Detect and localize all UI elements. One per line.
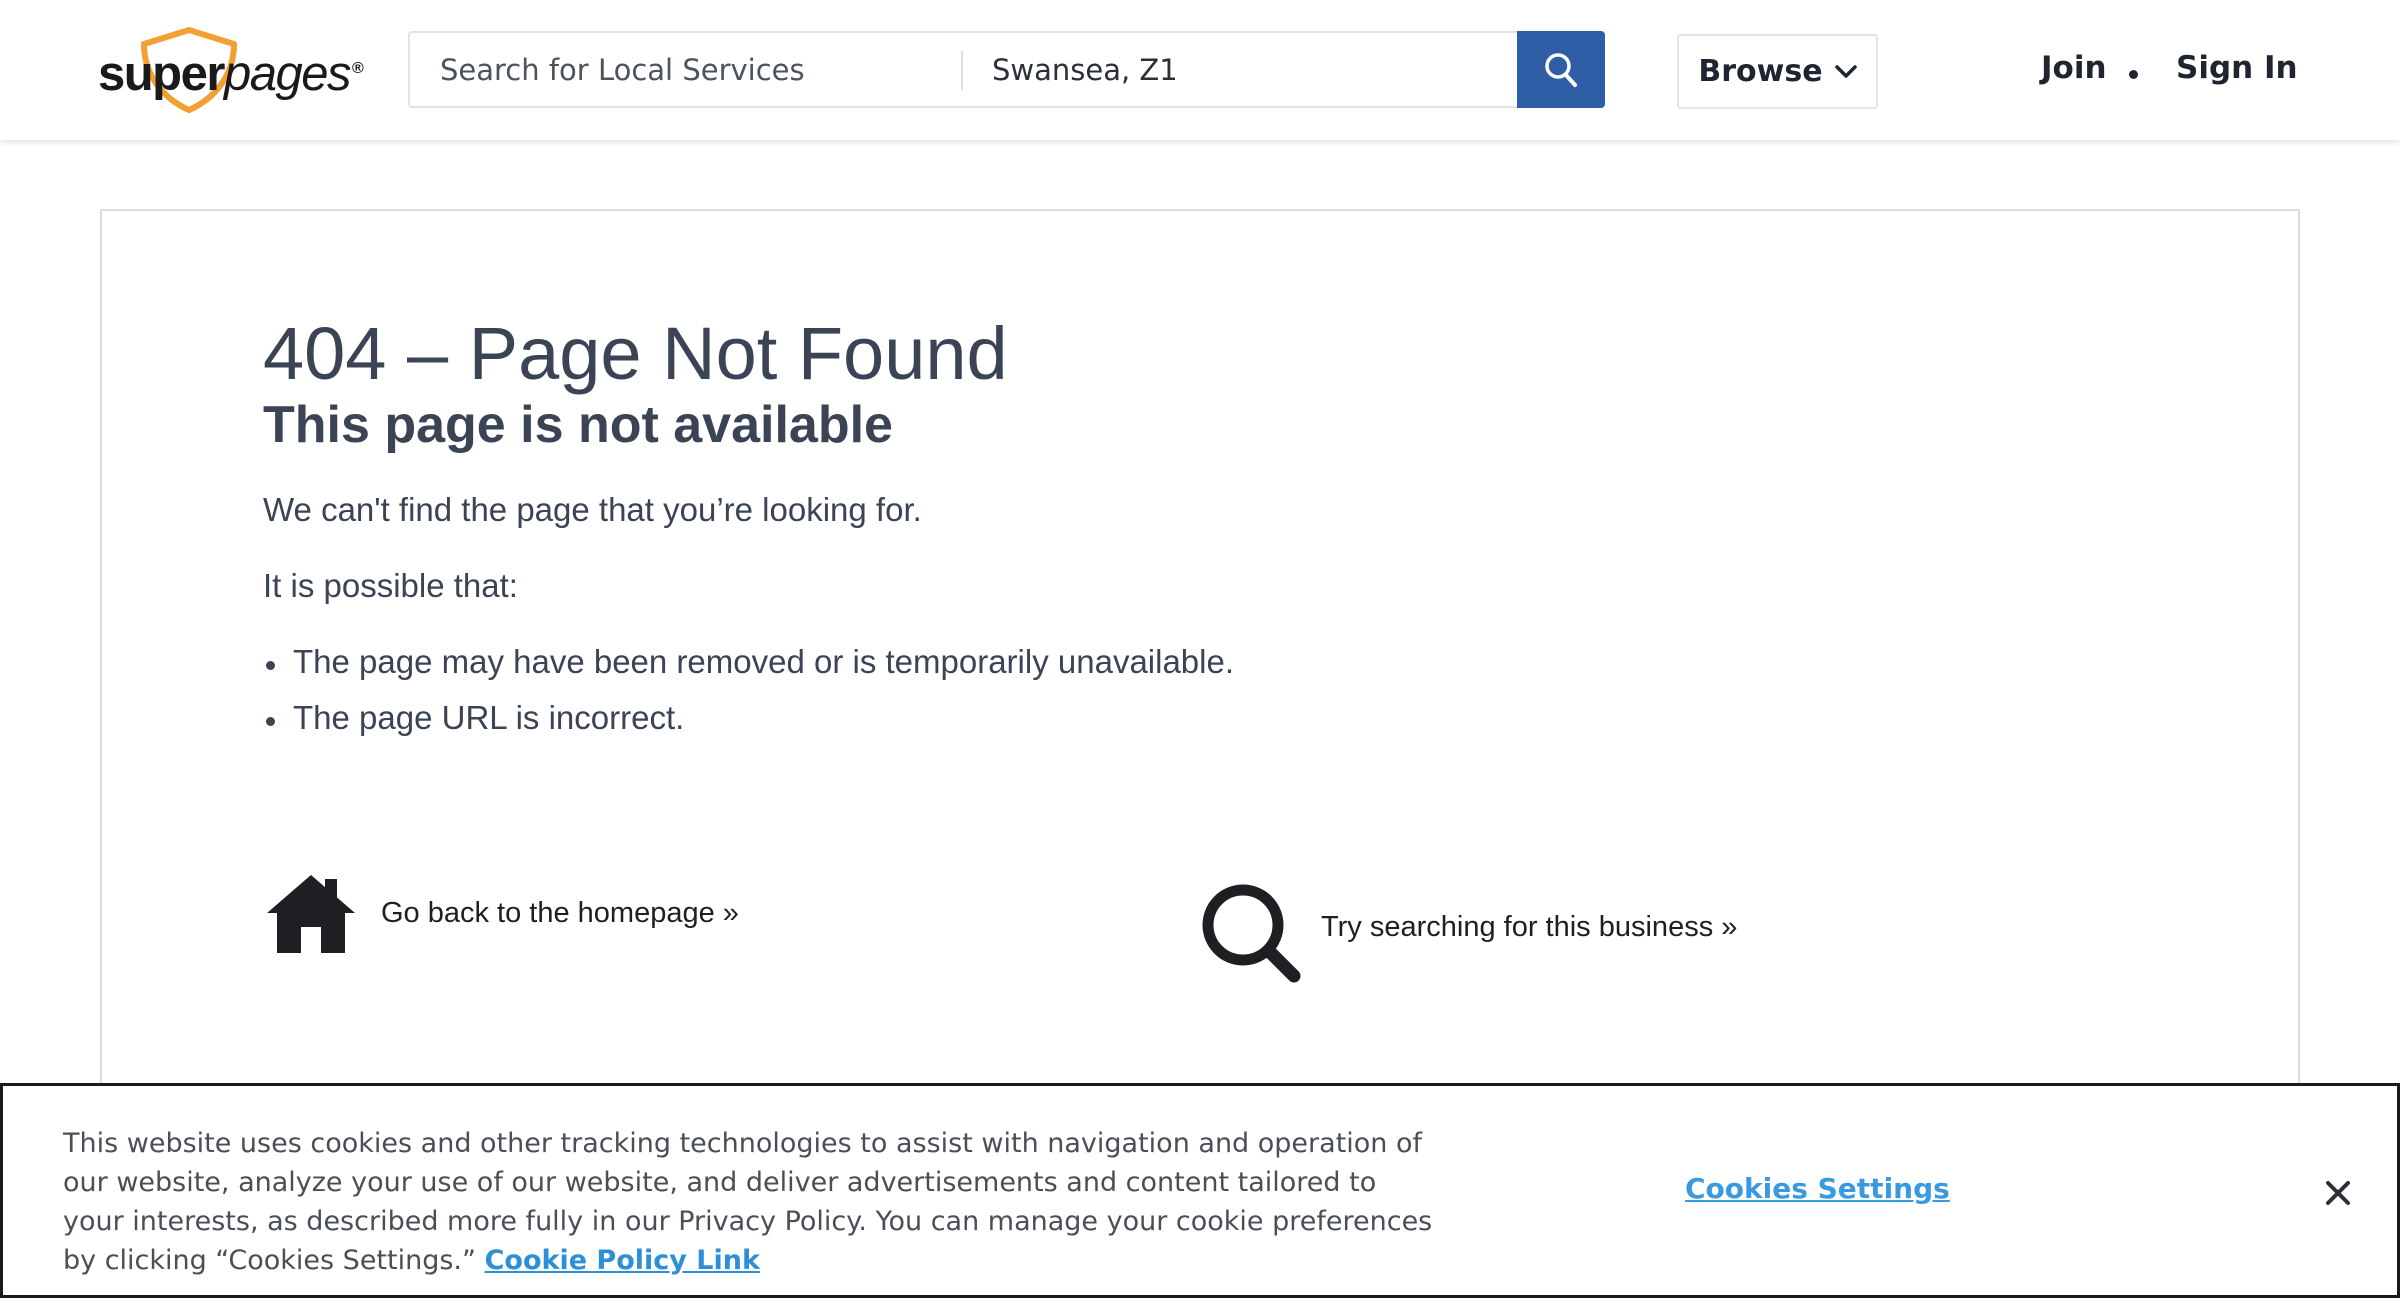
search-divider bbox=[961, 51, 963, 90]
homepage-link-label: Go back to the homepage » bbox=[381, 896, 739, 929]
search-input[interactable] bbox=[440, 33, 960, 106]
close-icon bbox=[2326, 1181, 2350, 1205]
search-business-label: Try searching for this business » bbox=[1321, 910, 1738, 943]
sign-in-link[interactable]: Sign In bbox=[2176, 50, 2298, 86]
nav-separator-dot bbox=[2129, 70, 2138, 79]
search-bar bbox=[408, 31, 1604, 108]
search-button[interactable] bbox=[1517, 31, 1605, 108]
close-banner-button[interactable] bbox=[2319, 1174, 2357, 1212]
cookie-policy-link[interactable]: Cookie Policy Link bbox=[485, 1245, 760, 1276]
superpages-logo[interactable]: superpages ® bbox=[98, 26, 372, 114]
search-icon bbox=[1545, 52, 1577, 87]
join-link[interactable]: Join bbox=[2041, 50, 2107, 86]
page-subtitle: This page is not available bbox=[263, 396, 893, 454]
homepage-link[interactable]: Go back to the homepage » bbox=[263, 871, 739, 955]
home-icon bbox=[267, 875, 355, 953]
logo-wordmark: superpages ® bbox=[98, 47, 364, 101]
site-header: superpages® Browse Join Sign In bbox=[0, 0, 2400, 140]
error-message: We can't find the page that you’re looki… bbox=[263, 491, 922, 528]
search-business-link[interactable]: Try searching for this business » bbox=[1199, 871, 1737, 983]
error-card: 404 – Page Not Found This page is not av… bbox=[100, 209, 2300, 1209]
possible-intro: It is possible that: bbox=[263, 567, 518, 604]
reasons-list: The page may have been removed or is tem… bbox=[263, 643, 1234, 755]
magnifier-icon bbox=[1202, 884, 1301, 983]
list-item: The page URL is incorrect. bbox=[263, 699, 1234, 755]
page-title: 404 – Page Not Found bbox=[263, 312, 1008, 395]
cookies-settings-button[interactable]: Cookies Settings bbox=[1685, 1172, 1950, 1205]
list-item: The page may have been removed or is tem… bbox=[263, 643, 1234, 699]
cookie-banner: This website uses cookies and other trac… bbox=[0, 1083, 2400, 1298]
browse-label: Browse bbox=[1698, 54, 1823, 89]
location-input[interactable] bbox=[992, 33, 1462, 106]
browse-dropdown[interactable]: Browse bbox=[1677, 34, 1878, 109]
chevron-down-icon bbox=[1834, 64, 1857, 78]
cookie-text: This website uses cookies and other trac… bbox=[63, 1124, 1443, 1280]
